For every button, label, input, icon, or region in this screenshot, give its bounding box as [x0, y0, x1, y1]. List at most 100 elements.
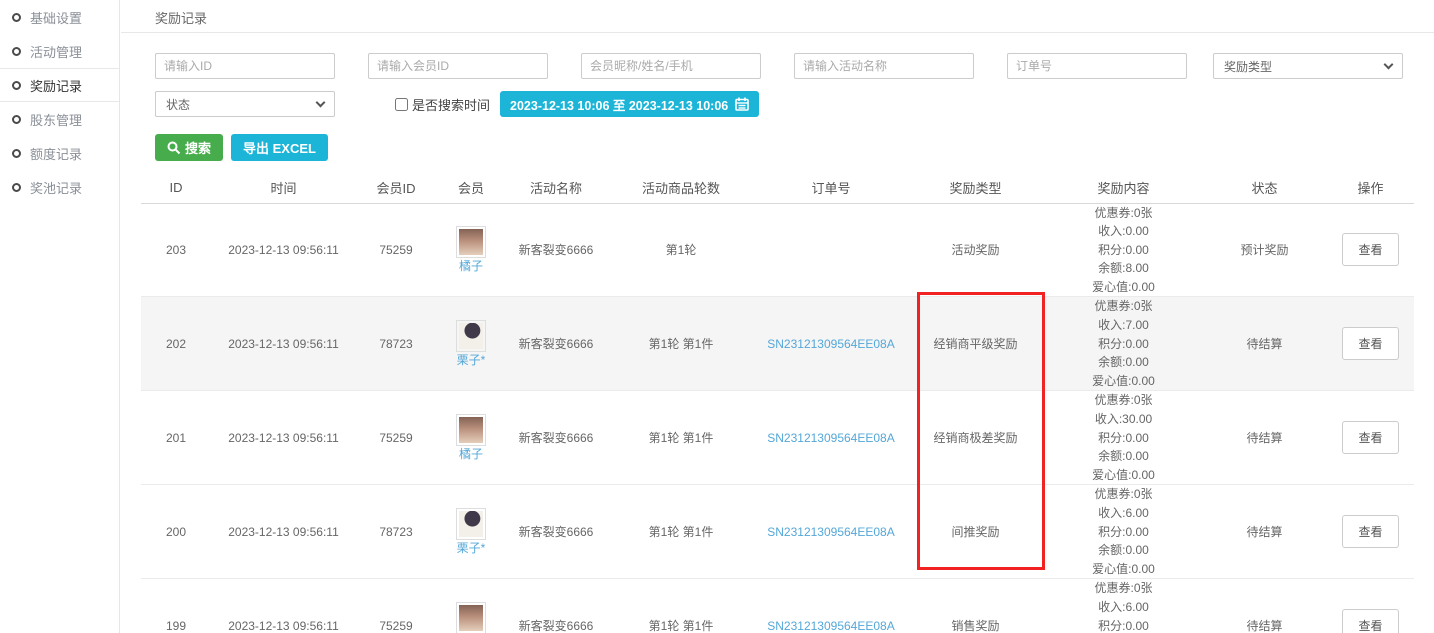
- header-status: 状态: [1202, 173, 1327, 203]
- cell-time: 2023-12-13 09:56:11: [211, 297, 356, 391]
- sidebar-item-label: 奖励记录: [30, 76, 82, 95]
- view-button[interactable]: 查看: [1342, 327, 1398, 360]
- search-time-label: 是否搜索时间: [412, 95, 490, 114]
- cell-activity: 新客裂变6666: [506, 579, 606, 633]
- cell-reward-content: 优惠券:0张 收入:30.00 积分:0.00 余额:0.00 爱心值:0.00: [1045, 391, 1202, 485]
- view-button[interactable]: 查看: [1342, 233, 1398, 266]
- export-excel-button[interactable]: 导出 EXCEL: [231, 134, 328, 161]
- sidebar-item-activity-management[interactable]: 活动管理: [0, 34, 119, 68]
- cell-order: SN23121309564EE08A: [756, 297, 906, 391]
- table-row: 200 2023-12-13 09:56:11 78723 栗子* 新客裂变66…: [141, 485, 1414, 579]
- activity-name-input[interactable]: [794, 53, 974, 79]
- order-number-input[interactable]: [1007, 53, 1187, 79]
- cell-time: 2023-12-13 09:56:11: [211, 203, 356, 297]
- chevron-down-icon: [1384, 59, 1394, 69]
- cell-activity: 新客裂变6666: [506, 485, 606, 579]
- sidebar-item-label: 额度记录: [30, 144, 82, 163]
- cell-reward-content: 优惠券:0张 收入:0.00 积分:0.00 余额:8.00 爱心值:0.00: [1045, 203, 1202, 297]
- search-time-checkbox[interactable]: [395, 98, 408, 111]
- sidebar-item-basic-settings[interactable]: 基础设置: [0, 0, 119, 34]
- header-member-id: 会员ID: [356, 173, 436, 203]
- reward-type-select[interactable]: 奖励类型: [1213, 53, 1403, 79]
- cell-status: 待结算: [1202, 579, 1327, 633]
- cell-round: 第1轮 第1件: [606, 391, 756, 485]
- cell-order: SN23121309564EE08A: [756, 391, 906, 485]
- page-title: 奖励记录: [121, 0, 1434, 33]
- cell-time: 2023-12-13 09:56:11: [211, 579, 356, 633]
- sidebar: 基础设置 活动管理 奖励记录 股东管理 额度记录 奖池记录: [0, 0, 120, 633]
- header-round: 活动商品轮数: [606, 173, 756, 203]
- header-id: ID: [141, 173, 211, 203]
- cell-member: 橘子: [436, 391, 506, 485]
- cell-time: 2023-12-13 09:56:11: [211, 485, 356, 579]
- cell-id: 201: [141, 391, 211, 485]
- header-activity: 活动名称: [506, 173, 606, 203]
- cell-id: 202: [141, 297, 211, 391]
- order-link[interactable]: SN23121309564EE08A: [767, 619, 894, 633]
- member-id-input[interactable]: [368, 53, 548, 79]
- cell-member-id: 75259: [356, 579, 436, 633]
- sidebar-item-quota-records[interactable]: 额度记录: [0, 136, 119, 170]
- cell-status: 待结算: [1202, 485, 1327, 579]
- cell-id: 199: [141, 579, 211, 633]
- cell-member: 栗子*: [436, 297, 506, 391]
- date-range-button[interactable]: 2023-12-13 10:06 至 2023-12-13 10:06: [500, 91, 759, 117]
- table-row: 201 2023-12-13 09:56:11 75259 橘子 新客裂变666…: [141, 391, 1414, 485]
- export-excel-label: 导出 EXCEL: [243, 138, 316, 157]
- view-button[interactable]: 查看: [1342, 515, 1398, 548]
- cell-order: SN23121309564EE08A: [756, 485, 906, 579]
- id-input[interactable]: [155, 53, 335, 79]
- sidebar-item-label: 基础设置: [30, 8, 82, 27]
- main-content: 奖励记录 奖励类型 状态 是否搜索时间 2023-12-13 10:06 至: [121, 0, 1434, 633]
- cell-member-id: 75259: [356, 391, 436, 485]
- member-name-link[interactable]: 栗子*: [456, 541, 486, 555]
- circle-icon: [12, 149, 21, 158]
- member-name-link[interactable]: 橘子: [456, 447, 486, 461]
- cell-reward-content: 优惠券:0张 收入:6.00 积分:0.00 余额:0.00 爱心值:0.00: [1045, 485, 1202, 579]
- cell-id: 200: [141, 485, 211, 579]
- cell-action: 查看: [1327, 485, 1414, 579]
- order-link[interactable]: SN23121309564EE08A: [767, 525, 894, 539]
- sidebar-item-shareholder-management[interactable]: 股东管理: [0, 102, 119, 136]
- cell-activity: 新客裂变6666: [506, 203, 606, 297]
- cell-round: 第1轮: [606, 203, 756, 297]
- view-button[interactable]: 查看: [1342, 609, 1398, 633]
- cell-status: 待结算: [1202, 391, 1327, 485]
- circle-icon: [12, 81, 21, 90]
- table-row: 203 2023-12-13 09:56:11 75259 橘子 新客裂变666…: [141, 203, 1414, 297]
- sidebar-item-reward-records[interactable]: 奖励记录: [0, 68, 119, 102]
- cell-member-id: 78723: [356, 297, 436, 391]
- circle-icon: [12, 47, 21, 56]
- cell-reward-content: 优惠券:0张 收入:7.00 积分:0.00 余额:0.00 爱心值:0.00: [1045, 297, 1202, 391]
- cell-reward-type: 间推奖励: [906, 485, 1045, 579]
- cell-time: 2023-12-13 09:56:11: [211, 391, 356, 485]
- status-select-value: 状态: [166, 96, 190, 113]
- cell-id: 203: [141, 203, 211, 297]
- circle-icon: [12, 115, 21, 124]
- search-time-checkbox-group: 是否搜索时间: [395, 95, 490, 114]
- sidebar-item-prize-pool-records[interactable]: 奖池记录: [0, 170, 119, 204]
- cell-member: 栗子*: [436, 485, 506, 579]
- search-button[interactable]: 搜索: [155, 134, 223, 161]
- member-name-link[interactable]: 栗子*: [456, 353, 486, 367]
- header-reward-content: 奖励内容: [1045, 173, 1202, 203]
- table-row: 199 2023-12-13 09:56:11 75259 橘子 新客裂变666…: [141, 579, 1414, 633]
- member-name-link[interactable]: 橘子: [456, 259, 486, 273]
- order-link[interactable]: SN23121309564EE08A: [767, 337, 894, 351]
- view-button[interactable]: 查看: [1342, 421, 1398, 454]
- cell-round: 第1轮 第1件: [606, 579, 756, 633]
- member-name-input[interactable]: [581, 53, 761, 79]
- sidebar-item-label: 活动管理: [30, 42, 82, 61]
- status-select[interactable]: 状态: [155, 91, 335, 117]
- records-table: ID 时间 会员ID 会员 活动名称 活动商品轮数 订单号 奖励类型 奖励内容 …: [141, 173, 1414, 633]
- cell-order: SN23121309564EE08A: [756, 579, 906, 633]
- cell-reward-type: 经销商极差奖励: [906, 391, 1045, 485]
- sidebar-item-label: 股东管理: [30, 110, 82, 129]
- cell-member: 橘子: [436, 203, 506, 297]
- header-reward-type: 奖励类型: [906, 173, 1045, 203]
- order-link[interactable]: SN23121309564EE08A: [767, 431, 894, 445]
- member-avatar: [456, 602, 486, 633]
- member-avatar: [456, 414, 486, 446]
- filter-form: 奖励类型 状态 是否搜索时间 2023-12-13 10:06 至 2023-1…: [155, 53, 1434, 117]
- cell-round: 第1轮 第1件: [606, 485, 756, 579]
